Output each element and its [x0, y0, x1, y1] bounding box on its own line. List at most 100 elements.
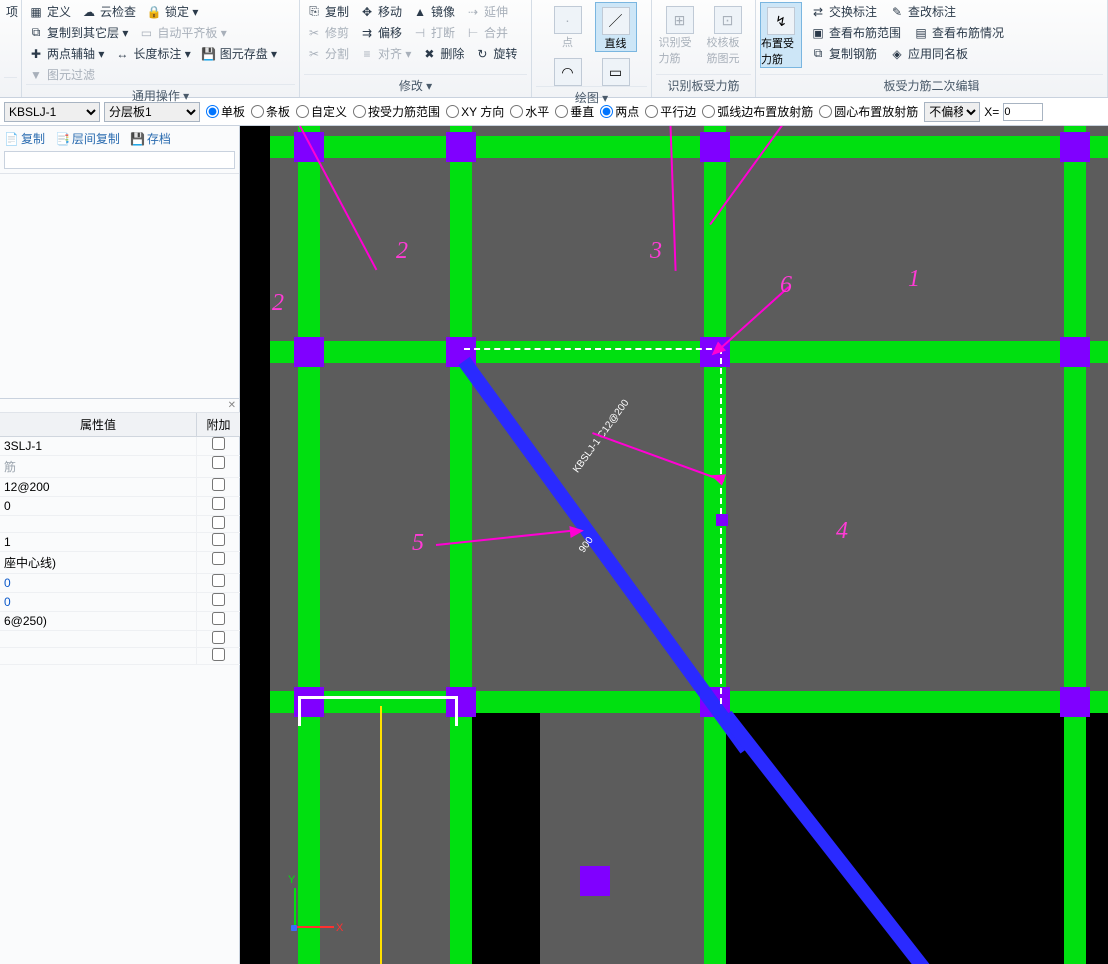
- ribbon-button[interactable]: ⧉复制到其它层 ▾: [26, 23, 130, 42]
- ribbon-icon: ◠: [554, 58, 582, 86]
- ribbon-button: ▼图元过滤: [26, 65, 97, 84]
- property-row[interactable]: 筋: [0, 456, 240, 478]
- ribbon-button[interactable]: 🔒锁定 ▾: [144, 2, 200, 21]
- prop-extra-checkbox[interactable]: [212, 612, 225, 625]
- ribbon-big-button[interactable]: ▭: [595, 54, 637, 86]
- slab: [270, 126, 1108, 706]
- ribbon-button[interactable]: ✥移动: [357, 2, 404, 21]
- placement-radio[interactable]: 弧线边布置放射筋: [702, 103, 813, 120]
- archive-button[interactable]: 💾 存档: [130, 130, 171, 147]
- stub-item[interactable]: 项: [4, 2, 20, 21]
- prop-header-extra: 附加: [196, 413, 240, 436]
- ribbon-button[interactable]: ▣查看布筋范围: [808, 23, 903, 42]
- ribbon-group-recognize: ⊞识别受力筋⊡校核板筋图元 识别板受力筋: [652, 0, 756, 97]
- ribbon-button[interactable]: ✚两点辅轴 ▾: [26, 44, 106, 63]
- ribbon-button[interactable]: ☁云检查: [79, 2, 138, 21]
- ribbon-icon: ↯: [767, 7, 795, 35]
- ribbon-icon: ▦: [28, 4, 44, 20]
- prop-extra-checkbox[interactable]: [212, 574, 225, 587]
- property-row[interactable]: [0, 516, 240, 533]
- ribbon-icon: ⎘: [306, 4, 322, 20]
- interlayer-copy-button[interactable]: 📑 层间复制: [55, 130, 120, 147]
- copy-button[interactable]: 📄 复制: [4, 130, 45, 147]
- annotation-label: 4: [836, 518, 848, 545]
- annotation-label: 2: [396, 238, 408, 265]
- ribbon-icon: ↻: [474, 46, 490, 62]
- selection-dash: [720, 348, 722, 704]
- x-label: X=: [984, 105, 999, 119]
- ribbon-button[interactable]: ◈应用同名板: [887, 44, 970, 63]
- placement-radio[interactable]: 圆心布置放射筋: [819, 103, 918, 120]
- ribbon-icon: ⊢: [465, 25, 481, 41]
- ribbon-button: ⇢延伸: [463, 2, 510, 21]
- ribbon-button[interactable]: ⧉复制钢筋: [808, 44, 879, 63]
- property-row[interactable]: 1: [0, 533, 240, 552]
- drawing-canvas[interactable]: 900 KBSLJ-1 C12@200 YX 1 2 2 3 4 5: [240, 126, 1108, 964]
- ribbon-icon: ✎: [889, 4, 905, 20]
- ribbon-icon: ▤: [913, 25, 929, 41]
- beam: [270, 341, 1108, 363]
- ribbon-button: ⊣打断: [410, 23, 457, 42]
- column: [580, 866, 610, 896]
- ribbon-icon: ·: [554, 6, 582, 34]
- prop-extra-checkbox[interactable]: [212, 456, 225, 469]
- property-row[interactable]: 0: [0, 574, 240, 593]
- ribbon-button[interactable]: 💾图元存盘 ▾: [199, 44, 279, 63]
- placement-radio[interactable]: 平行边: [645, 103, 696, 120]
- property-row[interactable]: [0, 648, 240, 665]
- beam: [704, 126, 726, 964]
- place-rebar-button[interactable]: ↯布置受力筋: [760, 2, 802, 68]
- ribbon-button[interactable]: ▦定义: [26, 2, 73, 21]
- ribbon-big-button: ⊞识别受力筋: [659, 2, 701, 66]
- ribbon-button[interactable]: ↔长度标注 ▾: [112, 44, 192, 63]
- property-row[interactable]: [0, 631, 240, 648]
- offset-select[interactable]: 不偏移: [924, 102, 980, 122]
- prop-extra-checkbox[interactable]: [212, 593, 225, 606]
- column: [446, 132, 476, 162]
- beam: [270, 136, 1108, 158]
- ribbon-icon: ↔: [114, 46, 130, 62]
- ribbon-icon: 🔒: [146, 4, 162, 20]
- search-input[interactable]: [4, 151, 235, 169]
- prop-extra-checkbox[interactable]: [212, 631, 225, 644]
- ribbon-icon: ✂: [306, 46, 322, 62]
- property-close-icon[interactable]: ✕: [0, 399, 240, 413]
- rebar-bar[interactable]: [720, 711, 1051, 964]
- property-row[interactable]: 12@200: [0, 478, 240, 497]
- placement-radio[interactable]: XY 方向: [446, 103, 504, 120]
- ribbon-button: ✂分割: [304, 44, 351, 63]
- prop-extra-checkbox[interactable]: [212, 533, 225, 546]
- ribbon-button[interactable]: ✎查改标注: [887, 2, 958, 21]
- ribbon-button[interactable]: ↻旋转: [472, 44, 519, 63]
- prop-extra-checkbox[interactable]: [212, 552, 225, 565]
- property-row[interactable]: 6@250): [0, 612, 240, 631]
- ribbon-icon: ⇉: [359, 25, 375, 41]
- ribbon-button[interactable]: ⇄交换标注: [808, 2, 879, 21]
- property-row[interactable]: 座中心线): [0, 552, 240, 574]
- x-input[interactable]: [1003, 103, 1043, 121]
- selection-dash: [464, 348, 722, 350]
- property-row[interactable]: 3SLJ-1: [0, 437, 240, 456]
- prop-extra-checkbox[interactable]: [212, 648, 225, 661]
- ribbon-icon: ☁: [81, 4, 97, 20]
- property-panel: ✕ 属性值 附加 3SLJ-1筋12@20001座中心线)006@250): [0, 398, 240, 665]
- ribbon-icon: ≡: [359, 46, 375, 62]
- prop-extra-checkbox[interactable]: [212, 516, 225, 529]
- prop-extra-checkbox[interactable]: [212, 478, 225, 491]
- prop-extra-checkbox[interactable]: [212, 497, 225, 510]
- ribbon-button[interactable]: ⎘复制: [304, 2, 351, 21]
- property-row[interactable]: 0: [0, 497, 240, 516]
- ribbon-button[interactable]: ⇉偏移: [357, 23, 404, 42]
- ribbon-button[interactable]: ▲镜像: [410, 2, 457, 21]
- ribbon-button[interactable]: ✖删除: [419, 44, 466, 63]
- annotation-label: 2: [272, 290, 284, 317]
- ribbon-big-button[interactable]: ／直线: [595, 2, 637, 52]
- placement-radio[interactable]: 自定义: [296, 103, 347, 120]
- ribbon-big-button[interactable]: ◠: [547, 54, 589, 86]
- ribbon-button[interactable]: ▤查看布筋情况: [911, 23, 1006, 42]
- ribbon-group-label: 识别板受力筋: [656, 74, 751, 97]
- prop-extra-checkbox[interactable]: [212, 437, 225, 450]
- placement-radio[interactable]: 按受力筋范围: [353, 103, 440, 120]
- property-row[interactable]: 0: [0, 593, 240, 612]
- ribbon-group-general: ▦定义☁云检查🔒锁定 ▾⧉复制到其它层 ▾▭自动平齐板 ▾✚两点辅轴 ▾↔长度标…: [22, 0, 300, 97]
